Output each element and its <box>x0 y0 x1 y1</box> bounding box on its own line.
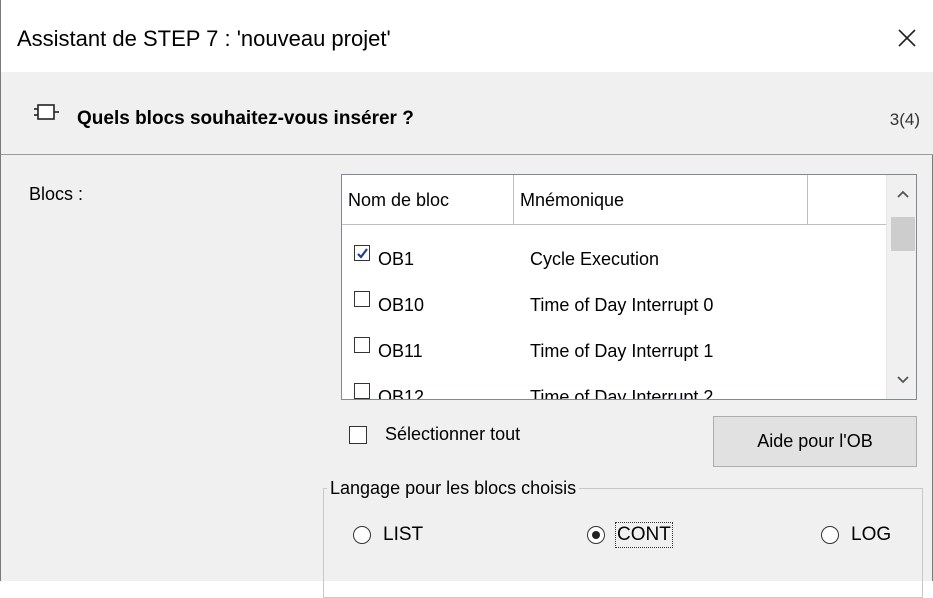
block-icon <box>34 104 59 120</box>
block-mnemonic: Time of Day Interrupt 2 <box>530 387 714 400</box>
list-item[interactable]: OB1 Cycle Execution <box>342 235 886 279</box>
radio-button[interactable] <box>821 526 839 544</box>
radio-button[interactable] <box>587 526 605 544</box>
blocks-list[interactable]: Nom de bloc Mnémonique OB1 Cycle Executi… <box>341 174 917 400</box>
blocks-label: Blocs : <box>29 184 84 204</box>
block-name: OB1 <box>378 249 415 269</box>
check-icon <box>357 248 368 259</box>
block-name: OB10 <box>378 295 425 315</box>
language-group-legend: Langage pour les blocs choisis <box>327 478 580 499</box>
chevron-down-icon <box>896 376 909 384</box>
row-checkbox[interactable] <box>354 291 370 307</box>
scrollbar-thumb[interactable] <box>891 217 915 251</box>
chevron-up-icon <box>896 190 909 198</box>
block-name: OB11 <box>378 341 423 361</box>
row-checkbox[interactable] <box>354 245 370 261</box>
block-mnemonic: Time of Day Interrupt 0 <box>530 295 714 315</box>
scroll-up-button[interactable] <box>887 175 916 213</box>
block-name: OB12 <box>378 387 425 400</box>
select-all-label[interactable]: Sélectionner tout <box>385 424 520 445</box>
column-header-block-name[interactable]: Nom de bloc <box>342 175 514 225</box>
wizard-header: Quels blocs souhaitez-vous insérer ? 3(4… <box>1 72 933 155</box>
block-mnemonic: Cycle Execution <box>530 249 660 269</box>
list-header: Nom de bloc Mnémonique <box>342 175 886 225</box>
scroll-down-button[interactable] <box>887 361 916 399</box>
radio-selected-dot <box>592 531 600 539</box>
title-bar: Assistant de STEP 7 : 'nouveau projet' <box>1 0 933 72</box>
list-item[interactable]: OB11 Time of Day Interrupt 1 <box>342 327 886 371</box>
radio-button[interactable] <box>353 526 371 544</box>
close-icon <box>898 29 916 47</box>
list-item[interactable]: OB10 Time of Day Interrupt 0 <box>342 281 886 325</box>
radio-label-list[interactable]: LIST <box>383 524 423 546</box>
close-button[interactable] <box>886 18 928 58</box>
ob-help-button[interactable]: Aide pour l'OB <box>713 416 917 467</box>
list-item[interactable]: OB12 Time of Day Interrupt 2 <box>342 373 886 400</box>
radio-label-cont[interactable]: CONT <box>615 522 673 548</box>
step-question: Quels blocs souhaitez-vous insérer ? <box>77 108 414 129</box>
column-header-empty <box>808 175 886 225</box>
row-checkbox[interactable] <box>354 383 370 399</box>
block-mnemonic: Time of Day Interrupt 1 <box>530 341 714 361</box>
window-title: Assistant de STEP 7 : 'nouveau projet' <box>17 26 391 51</box>
select-all-checkbox[interactable] <box>349 426 367 444</box>
radio-label-log[interactable]: LOG <box>851 524 891 546</box>
vertical-scrollbar[interactable] <box>886 175 916 399</box>
row-checkbox[interactable] <box>354 337 370 353</box>
wizard-window: Assistant de STEP 7 : 'nouveau projet' Q… <box>0 0 933 598</box>
column-header-mnemonic[interactable]: Mnémonique <box>514 175 808 225</box>
step-indicator: 3(4) <box>889 110 920 129</box>
